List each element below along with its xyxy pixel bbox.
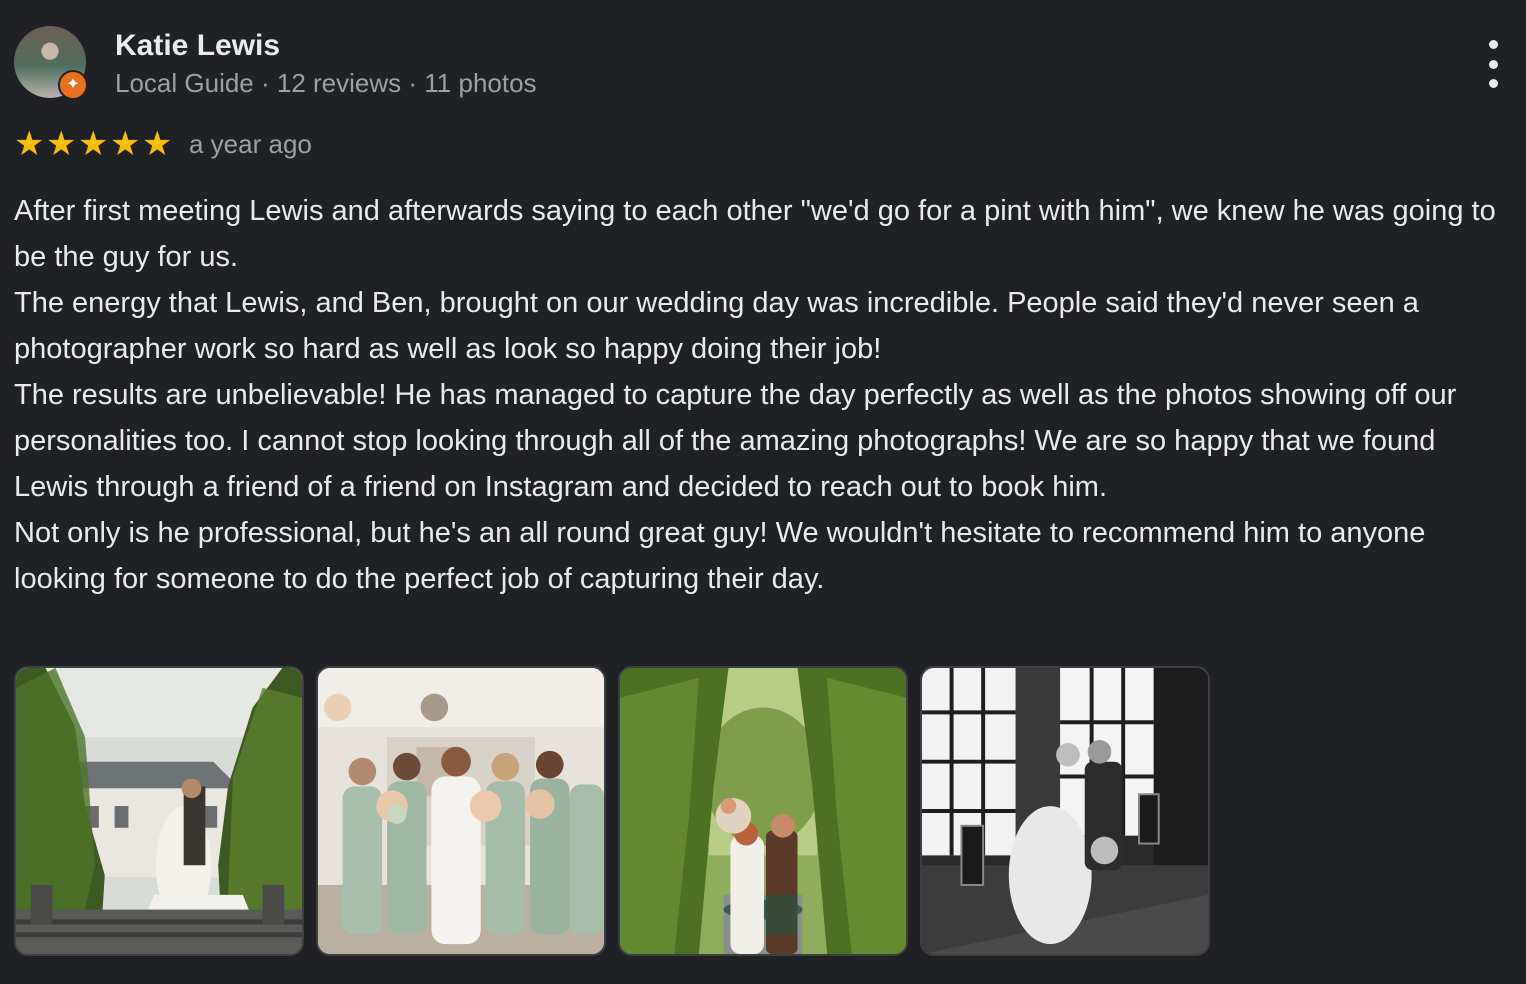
user-avatar[interactable]: ✦	[14, 26, 88, 100]
local-guide-badge-icon: ✦	[58, 70, 88, 100]
black-and-white-couple-window-photo[interactable]	[920, 666, 1210, 956]
meta-separator: ·	[253, 68, 277, 98]
review-paragraph: The energy that Lewis, and Ben, brought …	[14, 287, 1419, 365]
star-icon: ★	[110, 125, 141, 163]
review-card: ✦ Katie Lewis Local Guide · 12 reviews ·…	[0, 0, 1526, 984]
star-icon: ★	[14, 125, 45, 163]
author-block: Katie Lewis Local Guide · 12 reviews · 1…	[115, 26, 537, 100]
meta-separator: ·	[401, 68, 425, 98]
review-paragraph: Not only is he professional, but he's an…	[14, 517, 1426, 595]
menu-dot	[1488, 79, 1498, 88]
star-icon: ★	[78, 125, 109, 163]
review-paragraph: The results are unbelievable! He has man…	[14, 379, 1457, 503]
rating-row: ★ ★ ★ ★ ★ a year ago	[14, 124, 312, 164]
star-icon: ★	[46, 125, 77, 163]
star-rating: ★ ★ ★ ★ ★	[14, 125, 173, 163]
review-header: ✦ Katie Lewis Local Guide · 12 reviews ·…	[14, 26, 537, 102]
author-meta: Local Guide · 12 reviews · 11 photos	[115, 66, 537, 100]
author-name[interactable]: Katie Lewis	[115, 26, 537, 66]
review-count: 12 reviews	[276, 68, 402, 98]
photo-count: 11 photos	[424, 68, 537, 98]
menu-dot	[1488, 59, 1498, 69]
more-vert-icon[interactable]	[1480, 40, 1506, 88]
review-text: After first meeting Lewis and afterwards…	[14, 188, 1514, 602]
review-date: a year ago	[189, 128, 312, 159]
review-paragraph: After first meeting Lewis and afterwards…	[14, 195, 1496, 273]
star-icon: ★	[142, 125, 173, 163]
local-guide-label: Local Guide	[115, 68, 254, 98]
couple-in-garden-avenue-photo[interactable]	[14, 666, 304, 956]
couple-kissing-tree-avenue-photo[interactable]	[618, 666, 908, 956]
review-photos	[14, 666, 1210, 956]
bride-and-bridesmaids-photo[interactable]	[316, 666, 606, 956]
menu-dot	[1488, 40, 1498, 49]
